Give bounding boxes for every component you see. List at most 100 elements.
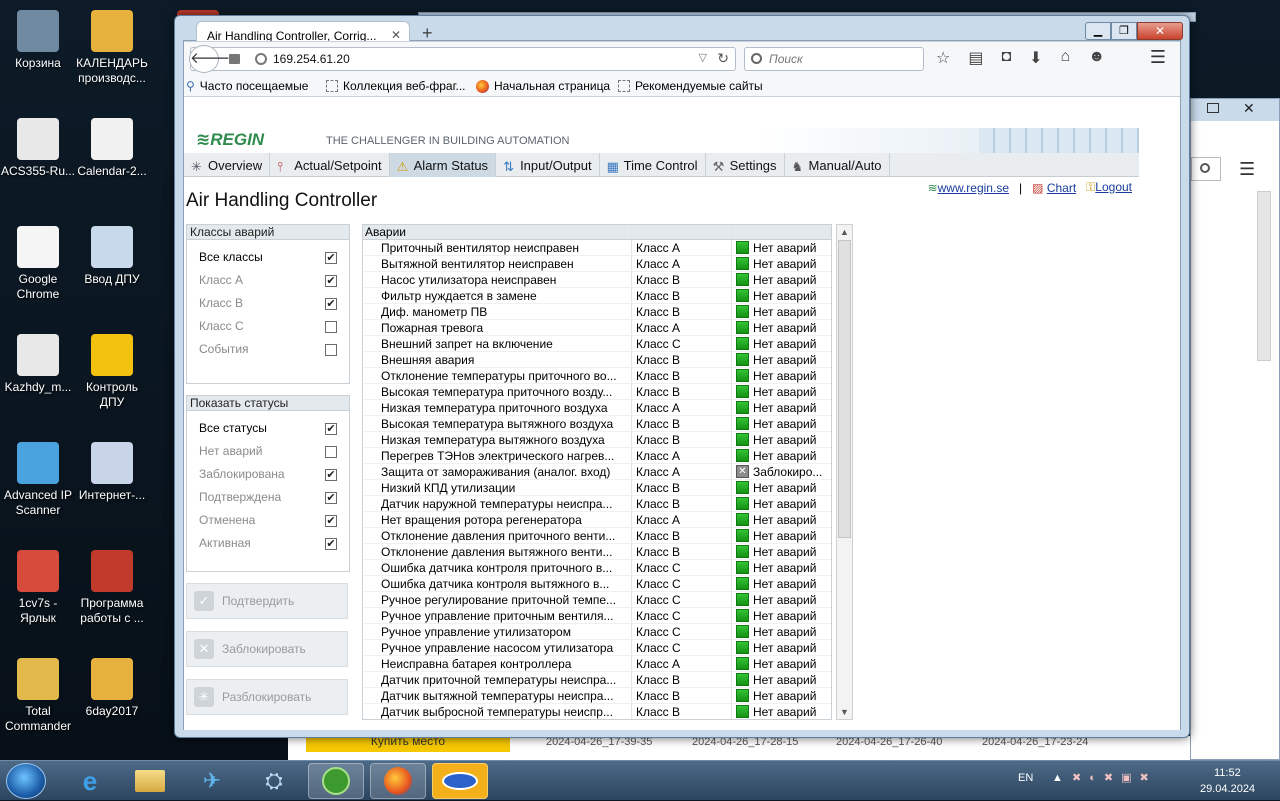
menu-item-input-output[interactable]: ⇅ Input/Output <box>496 153 600 177</box>
table-row[interactable]: Высокая температура вытяжного воздуха Кла… <box>363 416 831 432</box>
desktop-icon[interactable]: Корзина <box>0 10 76 71</box>
table-row[interactable]: Датчик приточной температуры неиспра... К… <box>363 672 831 688</box>
grid-scrollbar[interactable]: ▲ ▼ <box>836 224 853 720</box>
filter-option[interactable]: События <box>187 338 349 361</box>
table-row[interactable]: Отклонение давления вытяжного венти... Кл… <box>363 544 831 560</box>
scroll-thumb[interactable] <box>838 240 851 538</box>
app-taskbar-button-2[interactable]: ⛭ <box>246 763 302 799</box>
desktop-icon[interactable]: ACS355-Ru... <box>0 118 76 179</box>
chat-icon[interactable]: ☻ <box>1088 48 1105 68</box>
filter-option[interactable]: Класс А ✔ <box>187 269 349 292</box>
desktop-icon[interactable]: Контроль ДПУ <box>74 334 150 410</box>
table-row[interactable]: Диф. манометр ПВ Класс В Нет аварий <box>363 304 831 320</box>
filter-option[interactable]: Заблокирована ✔ <box>187 463 349 486</box>
menu-item-settings[interactable]: ⚒ Settings <box>706 153 785 177</box>
desktop-icon[interactable]: Kazhdy_m... <box>0 334 76 395</box>
scroll-down-icon[interactable]: ▼ <box>837 705 852 719</box>
checkbox[interactable]: ✔ <box>325 252 337 264</box>
table-row[interactable]: Высокая температура приточного возду... К… <box>363 384 831 400</box>
menu-item-alarm-status[interactable]: ⚠ Alarm Status <box>389 153 497 177</box>
filter-option[interactable]: Активная ✔ <box>187 532 349 555</box>
menu-item-overview[interactable]: ✳ Overview <box>184 153 271 177</box>
dropdown-icon[interactable]: ▽ <box>699 51 707 64</box>
site-link[interactable]: www.regin.se <box>938 181 1009 195</box>
block-button[interactable]: ✕ Заблокировать <box>186 631 348 667</box>
desktop-icon[interactable]: Программа работы с ... <box>74 550 150 626</box>
logout-link[interactable]: ⚿Logout <box>1086 180 1132 195</box>
regin-link[interactable]: ≋www.regin.se <box>928 181 1009 195</box>
unblock-button[interactable]: ✳ Разблокировать <box>186 679 348 715</box>
checkbox[interactable] <box>325 344 337 356</box>
search-bar[interactable]: Поиск <box>744 47 924 71</box>
language-indicator[interactable]: EN <box>1018 772 1033 784</box>
desktop-icon[interactable]: Google Chrome <box>0 226 76 302</box>
filter-option[interactable]: Класс В ✔ <box>187 292 349 315</box>
col-class[interactable] <box>631 225 731 239</box>
back-button[interactable]: 🡐 <box>189 45 230 73</box>
filter-option[interactable]: Класс С <box>187 315 349 338</box>
checkbox[interactable] <box>325 446 337 458</box>
app-taskbar-button-4[interactable] <box>432 763 488 799</box>
bookmark-collection[interactable]: Коллекция веб-фраг... <box>326 79 466 93</box>
tab-close-icon[interactable]: ✕ <box>391 28 401 42</box>
filter-option[interactable]: Все классы ✔ <box>187 246 349 269</box>
checkbox[interactable] <box>325 321 337 333</box>
checkbox[interactable]: ✔ <box>325 538 337 550</box>
checkbox[interactable]: ✔ <box>325 492 337 504</box>
pocket-icon[interactable]: ◘ <box>1001 48 1011 68</box>
desktop-icon[interactable]: Advanced IP Scanner <box>0 442 76 518</box>
table-row[interactable]: Датчик выбросной температуры неиспр... Кл… <box>363 704 831 719</box>
bookmark-recommended[interactable]: Рекомендуемые сайты <box>618 79 763 93</box>
bookmark-star-icon[interactable]: ☆ <box>936 48 950 68</box>
bookmark-frequent[interactable]: ⚲ Часто посещаемые <box>186 79 308 93</box>
scroll-up-icon[interactable]: ▲ <box>837 225 852 239</box>
table-row[interactable]: Неисправна батарея контроллера Класс А Нет… <box>363 656 831 672</box>
checkbox[interactable]: ✔ <box>325 275 337 287</box>
table-row[interactable]: Вытяжной вентилятор неисправен Класс А Нет… <box>363 256 831 272</box>
table-row[interactable]: Датчик вытяжной температуры неиспра... Кл… <box>363 688 831 704</box>
col-status[interactable] <box>731 225 831 239</box>
table-row[interactable]: Приточный вентилятор неисправен Класс А Не… <box>363 240 831 256</box>
table-row[interactable]: Перегрев ТЭНов электрического нагрев... К… <box>363 448 831 464</box>
table-row[interactable]: Внешняя авария Класс В Нет аварий <box>363 352 831 368</box>
reload-icon[interactable]: ↻ <box>717 50 729 67</box>
table-row[interactable]: Фильтр нуждается в замене Класс В Нет авар… <box>363 288 831 304</box>
desktop-icon[interactable]: 6day2017 <box>74 658 150 719</box>
table-row[interactable]: Низкая температура приточного воздуха Кла… <box>363 400 831 416</box>
clock-time[interactable]: 11:52 <box>1214 767 1241 779</box>
menu-item-actual-setpoint[interactable]: ⫯ Actual/Setpoint <box>270 153 390 177</box>
background-window-right[interactable]: ✕ ☰ <box>1190 98 1280 760</box>
scrollbar[interactable] <box>1257 191 1271 361</box>
filter-option[interactable]: Подтверждена ✔ <box>187 486 349 509</box>
table-row[interactable]: Пожарная тревога Класс А Нет аварий <box>363 320 831 336</box>
tray-arrow-icon[interactable]: ▲ <box>1052 772 1063 784</box>
checkbox[interactable]: ✔ <box>325 298 337 310</box>
desktop-icon[interactable]: Ввод ДПУ <box>74 226 150 287</box>
search-icon[interactable] <box>1200 163 1210 173</box>
reading-list-icon[interactable]: ▤ <box>968 48 983 68</box>
table-row[interactable]: Нет вращения ротора регенератора Класс А Н… <box>363 512 831 528</box>
menu-icon[interactable]: ☰ <box>1150 47 1166 68</box>
table-row[interactable]: Отклонение давления приточного венти... К… <box>363 528 831 544</box>
table-row[interactable]: Низкая температура вытяжного воздуха Клас… <box>363 432 831 448</box>
desktop-icon[interactable]: Интернет-... <box>74 442 150 503</box>
chart-link-text[interactable]: Chart <box>1047 181 1076 195</box>
logout-link-text[interactable]: Logout <box>1095 180 1132 194</box>
desktop-icon[interactable]: Calendar-2... <box>74 118 150 179</box>
table-row[interactable]: Ошибка датчика контроля вытяжного в... Кл… <box>363 576 831 592</box>
app-taskbar-button-3[interactable] <box>308 763 364 799</box>
desktop-icon[interactable]: Total Commander <box>0 658 76 734</box>
clock-date[interactable]: 29.04.2024 <box>1200 783 1255 795</box>
url-text[interactable]: 169.254.61.20 <box>273 52 350 66</box>
table-row[interactable]: Низкий КПД утилизации Класс В Нет аварий <box>363 480 831 496</box>
firefox-taskbar-button[interactable] <box>370 763 426 799</box>
menu-item-manual-auto[interactable]: ♞ Manual/Auto <box>785 153 890 177</box>
table-row[interactable]: Защита от замораживания (аналог. вход) Кл… <box>363 464 831 480</box>
download-icon[interactable]: ⬇ <box>1029 48 1042 68</box>
list-view-icon[interactable]: ☰ <box>1239 159 1255 180</box>
desktop-icon[interactable]: 1cv7s - Ярлык <box>0 550 76 626</box>
filter-option[interactable]: Отменена ✔ <box>187 509 349 532</box>
tray-icons[interactable]: ✖◐✖▣✖ <box>1072 771 1157 784</box>
confirm-button[interactable]: ✓ Подтвердить <box>186 583 348 619</box>
table-row[interactable]: Ручное управление утилизатором Класс С Нет… <box>363 624 831 640</box>
